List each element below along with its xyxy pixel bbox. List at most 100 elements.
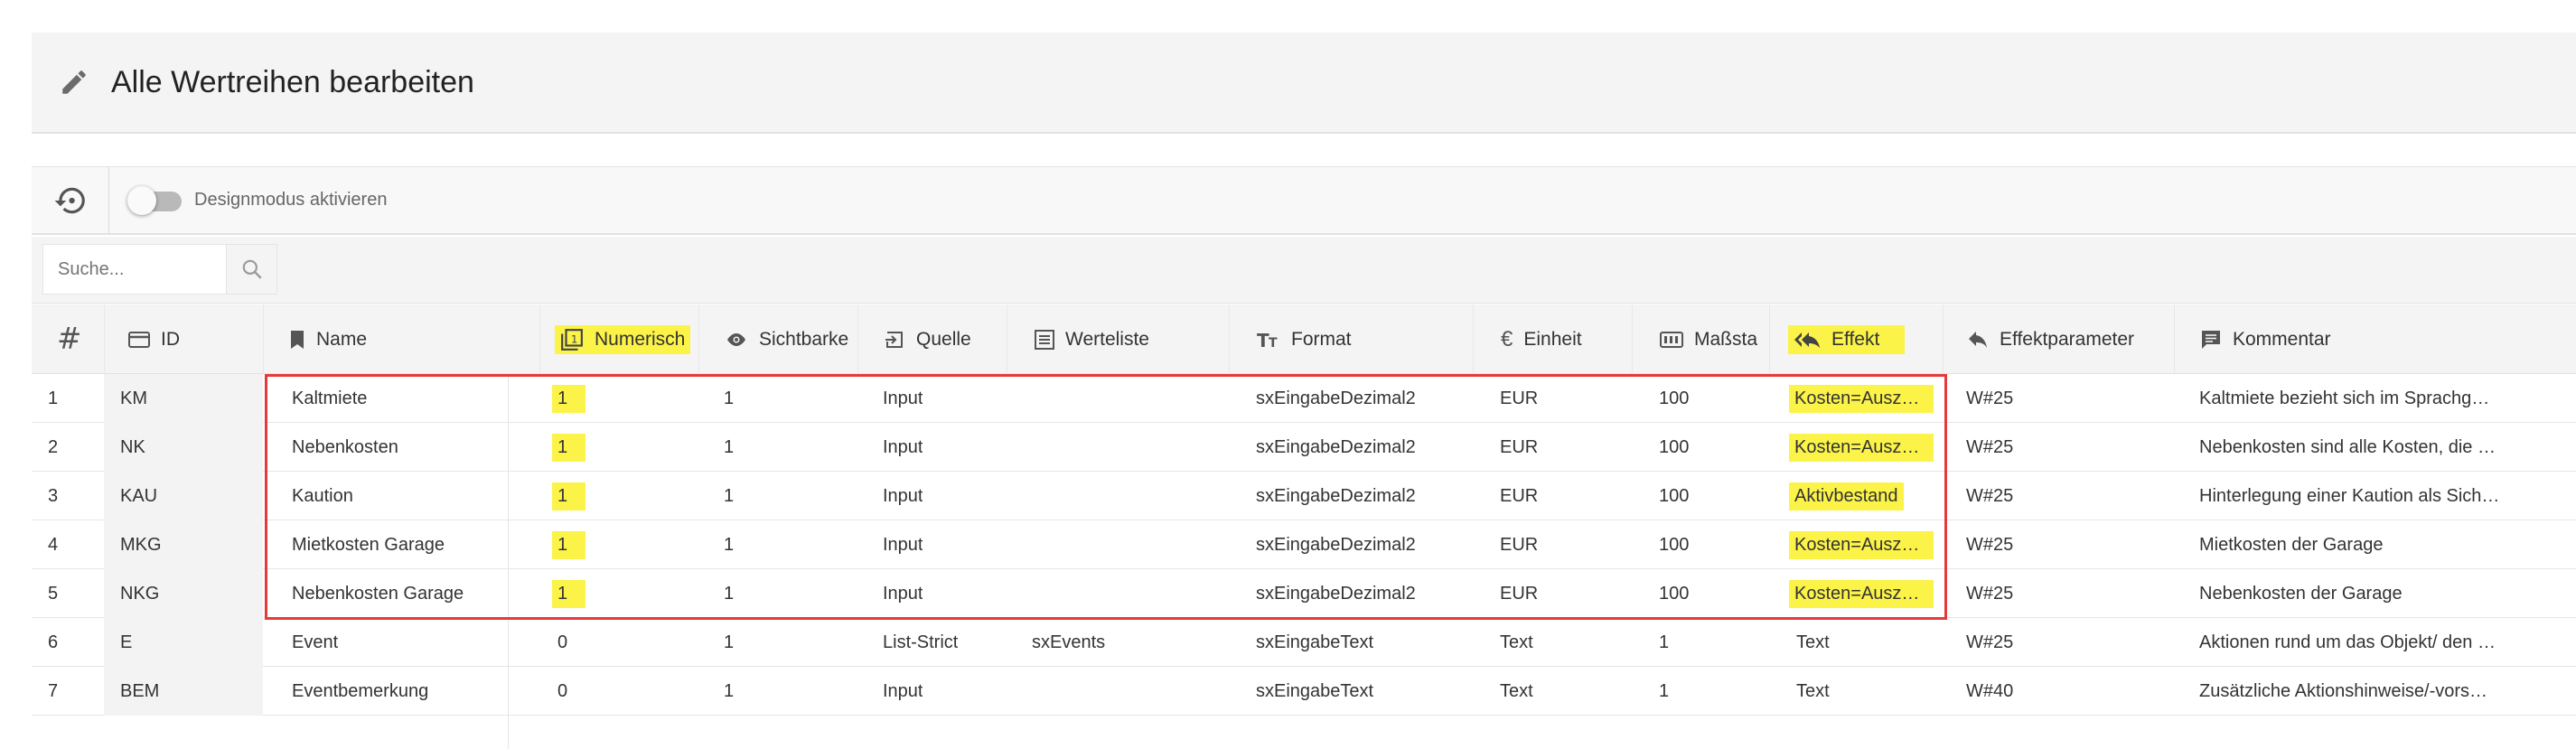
cell-idx[interactable]: 1	[32, 374, 104, 423]
cell-effektparameter[interactable]: W#25	[1943, 472, 2174, 520]
cell-format[interactable]: sxEingabeText	[1229, 667, 1473, 716]
cell-massstab[interactable]: 1	[1632, 667, 1769, 716]
cell-kommentar[interactable]: Nebenkosten sind alle Kosten, die …	[2174, 423, 2553, 472]
column-header-format[interactable]: TT Format	[1229, 304, 1473, 374]
cell-format[interactable]: sxEingabeText	[1229, 618, 1473, 667]
cell-einheit[interactable]: EUR	[1473, 423, 1632, 472]
cell-name[interactable]: Kaltmiete	[263, 374, 539, 423]
cell-massstab[interactable]: 100	[1632, 472, 1769, 520]
cell-massstab[interactable]: 100	[1632, 569, 1769, 618]
cell-werteliste[interactable]	[1007, 374, 1229, 423]
column-header-id[interactable]: ID	[104, 304, 263, 374]
cell-id[interactable]: KAU	[104, 472, 263, 520]
cell-quelle[interactable]: Input	[857, 423, 1007, 472]
designmode-toggle[interactable]	[127, 185, 182, 215]
cell-werteliste[interactable]	[1007, 472, 1229, 520]
cell-numerisch[interactable]: 0	[539, 667, 698, 716]
cell-sichtbarkeit[interactable]: 1	[698, 472, 857, 520]
cell-werteliste[interactable]	[1007, 569, 1229, 618]
cell-numerisch[interactable]: 1	[539, 569, 698, 618]
cell-werteliste[interactable]	[1007, 667, 1229, 716]
search-button[interactable]	[226, 245, 276, 294]
cell-einheit[interactable]: EUR	[1473, 520, 1632, 569]
cell-werteliste[interactable]: sxEvents	[1007, 618, 1229, 667]
cell-idx[interactable]: 5	[32, 569, 104, 618]
cell-effekt[interactable]: Aktivbestand	[1769, 472, 1943, 520]
cell-quelle[interactable]: Input	[857, 569, 1007, 618]
cell-id[interactable]: NK	[104, 423, 263, 472]
column-header-quelle[interactable]: Quelle	[857, 304, 1007, 374]
cell-kommentar[interactable]: Nebenkosten der Garage	[2174, 569, 2553, 618]
cell-name[interactable]: Event	[263, 618, 539, 667]
cell-kommentar[interactable]: Mietkosten der Garage	[2174, 520, 2553, 569]
cell-quelle[interactable]: Input	[857, 374, 1007, 423]
cell-effektparameter[interactable]: W#25	[1943, 374, 2174, 423]
cell-sichtbarkeit[interactable]: 1	[698, 569, 857, 618]
cell-sichtbarkeit[interactable]: 1	[698, 667, 857, 716]
cell-id[interactable]: MKG	[104, 520, 263, 569]
cell-sichtbarkeit[interactable]: 1	[698, 374, 857, 423]
cell-kommentar[interactable]: Aktionen rund um das Objekt/ den …	[2174, 618, 2553, 667]
cell-id[interactable]: NKG	[104, 569, 263, 618]
cell-massstab[interactable]: 100	[1632, 520, 1769, 569]
table-row[interactable]: 6 E Event 0 1 List-Strict sxEvents sxEingabeTex…	[32, 618, 2576, 667]
cell-werteliste[interactable]	[1007, 423, 1229, 472]
cell-numerisch[interactable]: 0	[539, 618, 698, 667]
cell-format[interactable]: sxEingabeDezimal2	[1229, 374, 1473, 423]
cell-effekt[interactable]: Text	[1769, 618, 1943, 667]
cell-quelle[interactable]: Input	[857, 472, 1007, 520]
cell-einheit[interactable]: EUR	[1473, 374, 1632, 423]
cell-effekt[interactable]: Kosten=Ausza…	[1769, 374, 1943, 423]
column-header-effekt[interactable]: Effekt	[1769, 304, 1943, 374]
cell-idx[interactable]: 2	[32, 423, 104, 472]
column-header-numerisch[interactable]: 1 Numerisch	[539, 304, 698, 374]
cell-effektparameter[interactable]: W#25	[1943, 423, 2174, 472]
cell-id[interactable]: KM	[104, 374, 263, 423]
cell-effekt[interactable]: Kosten=Ausza…	[1769, 569, 1943, 618]
column-header-name[interactable]: Name	[263, 304, 539, 374]
cell-kommentar[interactable]: Kaltmiete bezieht sich im Sprachg…	[2174, 374, 2553, 423]
cell-format[interactable]: sxEingabeDezimal2	[1229, 520, 1473, 569]
column-header-kommentar[interactable]: Kommentar	[2174, 304, 2576, 374]
cell-einheit[interactable]: Text	[1473, 618, 1632, 667]
column-header-einheit[interactable]: € Einheit	[1473, 304, 1632, 374]
cell-id[interactable]: BEM	[104, 667, 263, 716]
cell-werteliste[interactable]	[1007, 520, 1229, 569]
cell-numerisch[interactable]: 1	[539, 423, 698, 472]
cell-format[interactable]: sxEingabeDezimal2	[1229, 472, 1473, 520]
cell-kommentar[interactable]: Zusätzliche Aktionshinweise/-vors…	[2174, 667, 2553, 716]
table-row[interactable]: 4 MKG Mietkosten Garage 1 1 Input sxEingabeDez…	[32, 520, 2576, 569]
reset-button[interactable]	[32, 166, 109, 234]
column-header-index[interactable]: # #	[32, 304, 104, 374]
cell-effektparameter[interactable]: W#25	[1943, 520, 2174, 569]
column-header-effektparameter[interactable]: Effektparameter	[1943, 304, 2174, 374]
cell-name[interactable]: Eventbemerkung	[263, 667, 539, 716]
cell-einheit[interactable]: Text	[1473, 667, 1632, 716]
cell-name[interactable]: Mietkosten Garage	[263, 520, 539, 569]
cell-massstab[interactable]: 1	[1632, 618, 1769, 667]
cell-name[interactable]: Nebenkosten	[263, 423, 539, 472]
cell-name[interactable]: Kaution	[263, 472, 539, 520]
cell-numerisch[interactable]: 1	[539, 520, 698, 569]
column-header-massstab[interactable]: Maßsta	[1632, 304, 1769, 374]
cell-idx[interactable]: 6	[32, 618, 104, 667]
table-row[interactable]: 3 KAU Kaution 1 1 Input sxEingabeDezimal2 EUR 10…	[32, 472, 2576, 520]
cell-name[interactable]: Nebenkosten Garage	[263, 569, 539, 618]
cell-quelle[interactable]: List-Strict	[857, 618, 1007, 667]
cell-effektparameter[interactable]: W#25	[1943, 618, 2174, 667]
cell-effekt[interactable]: Text	[1769, 667, 1943, 716]
cell-kommentar[interactable]: Hinterlegung einer Kaution als Sich…	[2174, 472, 2553, 520]
cell-format[interactable]: sxEingabeDezimal2	[1229, 423, 1473, 472]
cell-sichtbarkeit[interactable]: 1	[698, 423, 857, 472]
cell-effektparameter[interactable]: W#25	[1943, 569, 2174, 618]
cell-quelle[interactable]: Input	[857, 520, 1007, 569]
cell-numerisch[interactable]: 1	[539, 472, 698, 520]
cell-effektparameter[interactable]: W#40	[1943, 667, 2174, 716]
cell-idx[interactable]: 4	[32, 520, 104, 569]
cell-id[interactable]: E	[104, 618, 263, 667]
cell-einheit[interactable]: EUR	[1473, 472, 1632, 520]
cell-massstab[interactable]: 100	[1632, 374, 1769, 423]
cell-quelle[interactable]: Input	[857, 667, 1007, 716]
column-header-sichtbarkeit[interactable]: Sichtbarke	[698, 304, 857, 374]
table-row[interactable]: 1 KM Kaltmiete 1 1 Input sxEingabeDezimal2 EUR 1…	[32, 374, 2576, 423]
